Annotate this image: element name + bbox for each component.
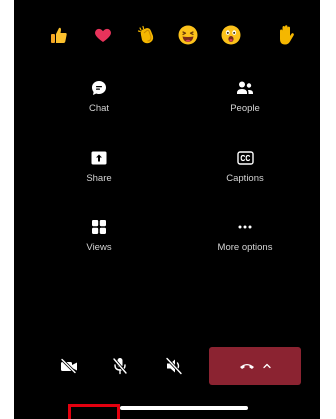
share-label: Share bbox=[86, 173, 112, 184]
reaction-surprised-button[interactable] bbox=[218, 22, 244, 48]
chat-label: Chat bbox=[88, 103, 110, 114]
views-button[interactable]: Views bbox=[44, 217, 154, 267]
surprised-face-icon bbox=[221, 25, 241, 45]
more-options-button[interactable]: More options bbox=[190, 217, 300, 267]
more-options-label: More options bbox=[217, 242, 273, 253]
call-options-screen: Chat People Share Captions Views More op… bbox=[14, 0, 320, 419]
reactions-bar bbox=[14, 22, 320, 50]
chevron-up-icon[interactable] bbox=[263, 363, 271, 369]
heart-icon bbox=[95, 28, 111, 42]
captions-label: Captions bbox=[226, 173, 264, 184]
reaction-laugh-button[interactable] bbox=[175, 22, 201, 48]
speaker-toggle-button[interactable] bbox=[159, 351, 189, 381]
highlight-box bbox=[68, 404, 120, 419]
grid-view-icon bbox=[89, 217, 109, 237]
more-dots-icon bbox=[235, 217, 255, 237]
reaction-heart-button[interactable] bbox=[90, 22, 116, 48]
people-label: People bbox=[230, 103, 260, 114]
people-button[interactable]: People bbox=[190, 78, 300, 128]
people-icon bbox=[235, 78, 255, 98]
share-button[interactable]: Share bbox=[44, 148, 154, 198]
reaction-applause-button[interactable] bbox=[134, 22, 160, 48]
chat-icon bbox=[89, 78, 109, 98]
mic-off-icon bbox=[112, 358, 128, 375]
speaker-off-icon bbox=[165, 357, 183, 375]
phone-hangup-icon bbox=[240, 364, 254, 369]
thumbs-up-icon bbox=[51, 27, 67, 43]
views-label: Views bbox=[86, 242, 112, 253]
captions-button[interactable]: Captions bbox=[190, 148, 300, 198]
clapping-hands-icon bbox=[137, 25, 154, 44]
reaction-raise-hand-button[interactable] bbox=[273, 22, 299, 48]
reaction-like-button[interactable] bbox=[46, 22, 72, 48]
home-indicator[interactable] bbox=[120, 406, 248, 410]
camera-toggle-button[interactable] bbox=[54, 351, 84, 381]
closed-captions-icon bbox=[235, 148, 255, 168]
raised-hand-icon bbox=[280, 25, 294, 45]
share-screen-icon bbox=[89, 148, 109, 168]
microphone-toggle-button[interactable] bbox=[105, 351, 135, 381]
chat-button[interactable]: Chat bbox=[44, 78, 154, 128]
laughing-face-icon bbox=[178, 25, 198, 45]
hang-up-button[interactable] bbox=[209, 347, 301, 385]
camera-off-icon bbox=[60, 358, 77, 374]
